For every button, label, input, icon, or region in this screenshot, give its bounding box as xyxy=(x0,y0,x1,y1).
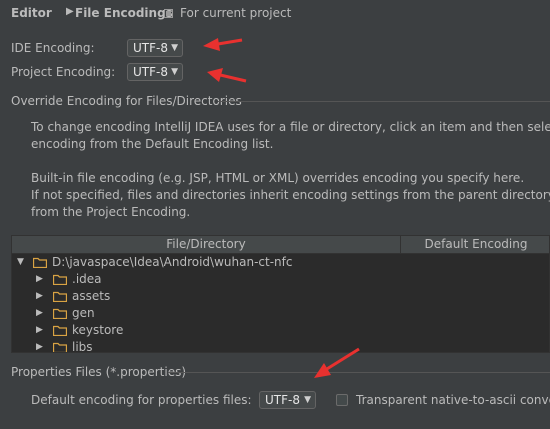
annotation-arrow-icon xyxy=(207,68,247,83)
annotation-arrows xyxy=(203,38,360,378)
annotation-arrow-icon xyxy=(314,347,360,378)
annotation-arrow-icon xyxy=(203,38,243,51)
